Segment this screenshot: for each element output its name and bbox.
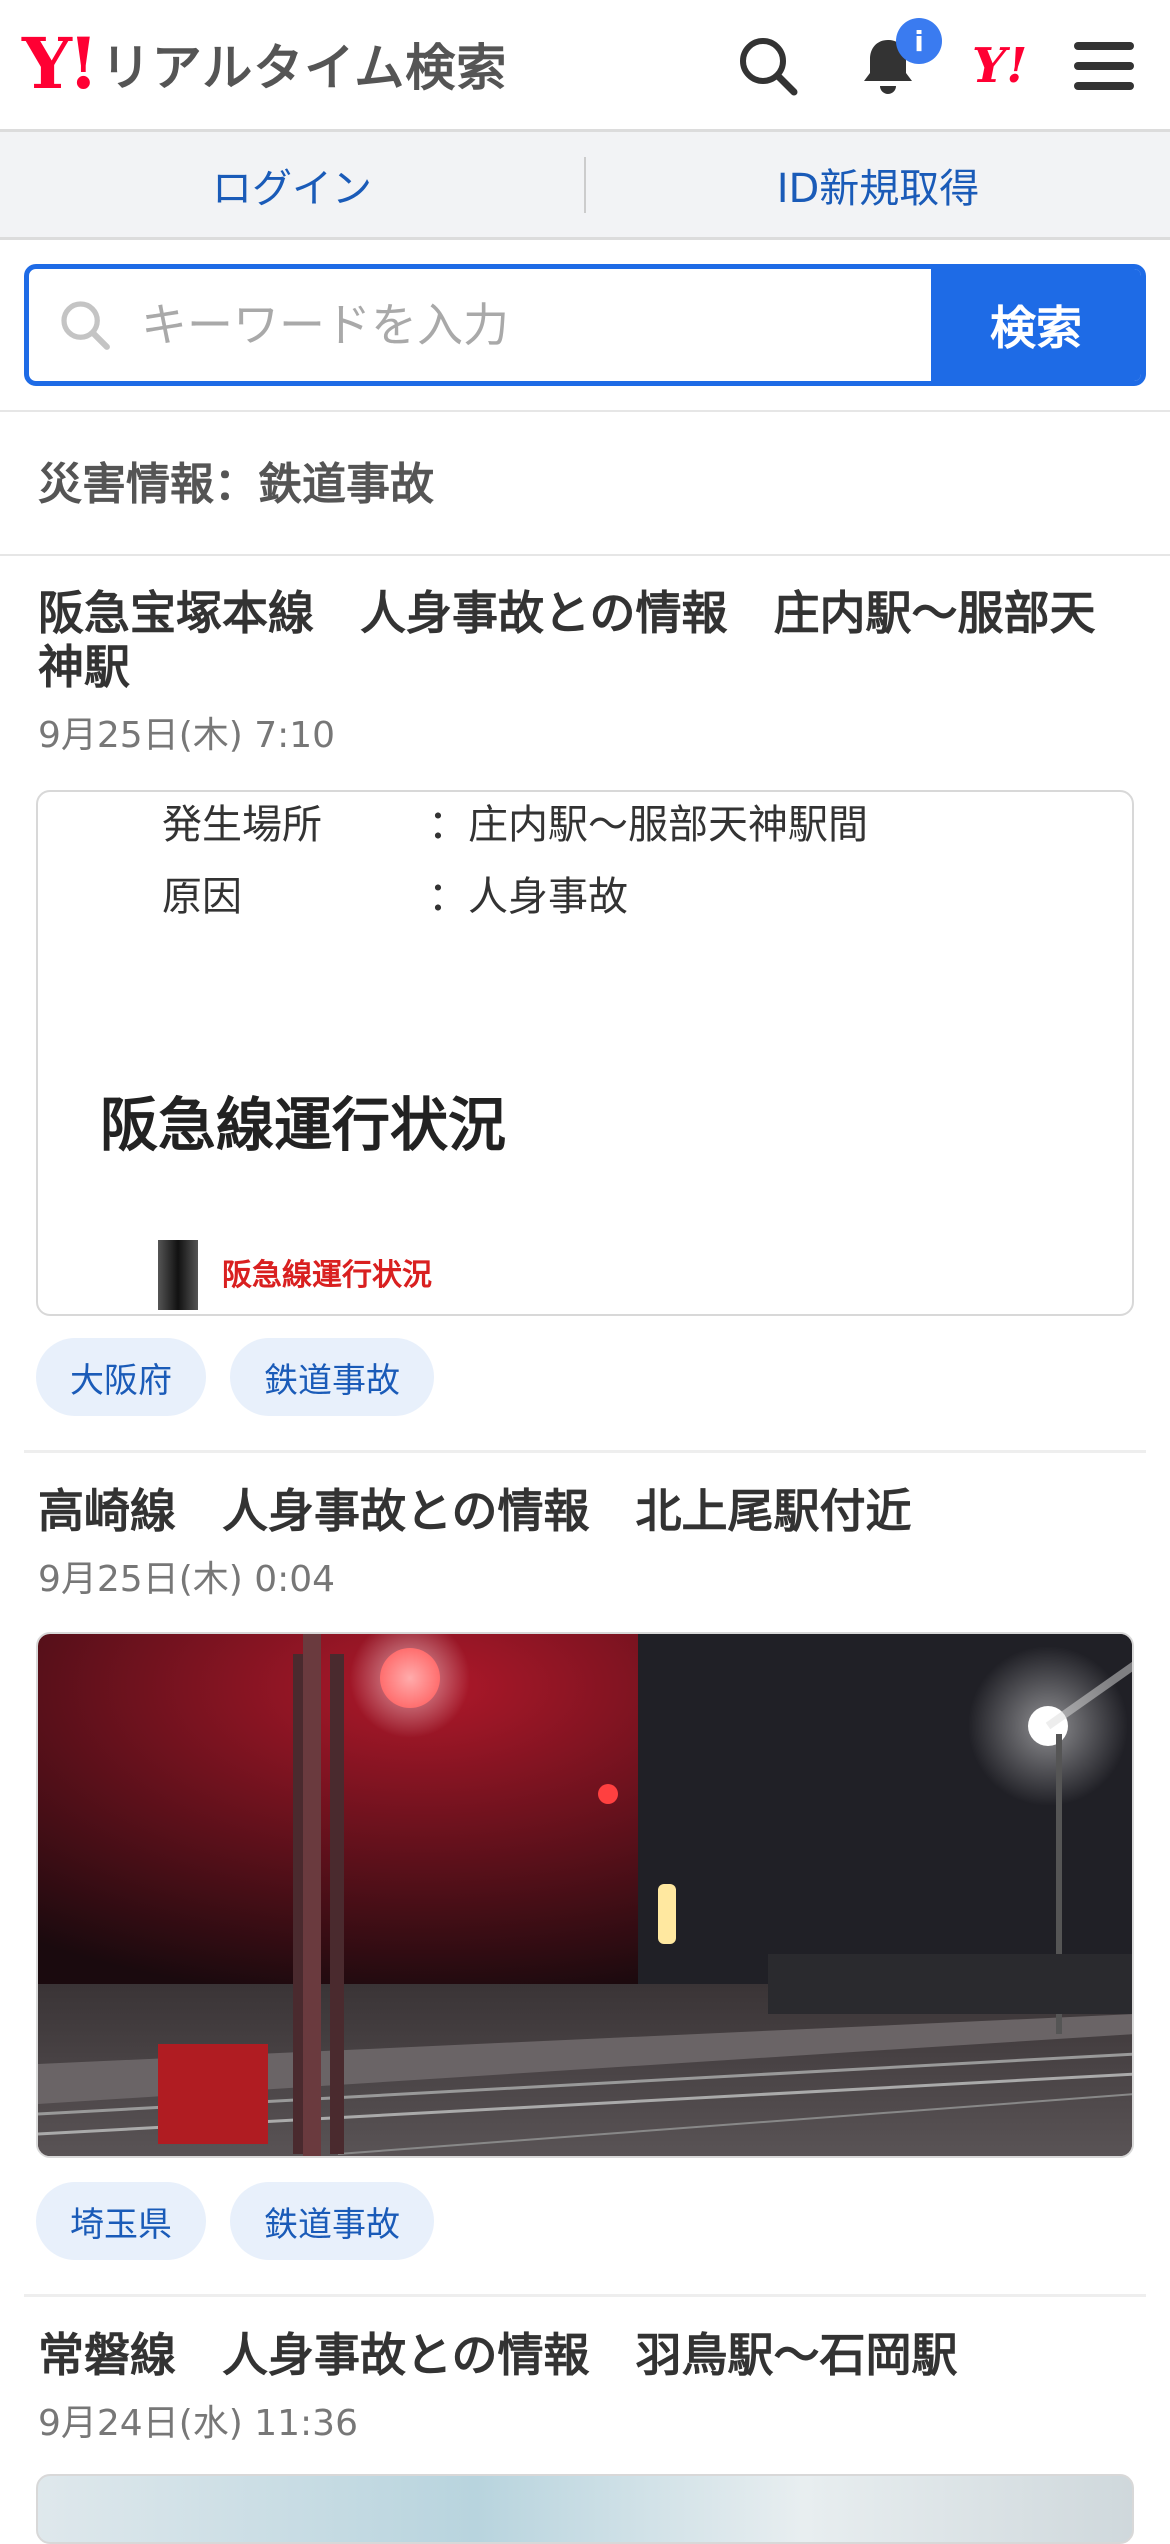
yahoo-realtime-logo[interactable]: Y! リアルタイム検索 bbox=[22, 28, 507, 100]
tag-category[interactable]: 鉄道事故 bbox=[230, 1338, 434, 1416]
article-separator bbox=[24, 1450, 1146, 1453]
article-date: 9月24日(水) 11:36 bbox=[38, 2403, 358, 2444]
article-title[interactable]: 常磐線 人身事故との情報 羽鳥駅〜石岡駅 bbox=[38, 2328, 1138, 2382]
login-link[interactable]: ログイン bbox=[0, 132, 584, 237]
railroad-crossing-night-photo bbox=[38, 1634, 1132, 2156]
article-date: 9月25日(木) 0:04 bbox=[38, 1559, 336, 1600]
divider bbox=[0, 410, 1170, 412]
search-icon[interactable] bbox=[730, 28, 806, 104]
yahoo-japan-icon[interactable]: Y! bbox=[972, 38, 1027, 94]
top-header: Y! リアルタイム検索 i Y! bbox=[0, 0, 1170, 132]
article-separator bbox=[24, 2294, 1146, 2297]
tag-prefecture[interactable]: 大阪府 bbox=[36, 1338, 206, 1416]
image-caption: 阪急線運行状況 bbox=[222, 1258, 432, 1293]
search-button[interactable]: 検索 bbox=[931, 269, 1141, 381]
search-input[interactable] bbox=[139, 297, 843, 353]
article-photo[interactable] bbox=[36, 2474, 1134, 2544]
article-image[interactable]: 発生場所 ：庄内駅〜服部天神駅間 原因 ：人身事故 阪急線運行状況 阪急線運行状… bbox=[36, 790, 1134, 1316]
tag-category[interactable]: 鉄道事故 bbox=[230, 2182, 434, 2260]
article-title[interactable]: 阪急宝塚本線 人身事故との情報 庄内駅〜服部天神駅 bbox=[38, 586, 1138, 694]
search-field-icon bbox=[61, 301, 110, 350]
menu-icon[interactable] bbox=[1066, 28, 1142, 104]
logo-text: リアルタイム検索 bbox=[100, 39, 508, 97]
article-date: 9月25日(木) 7:10 bbox=[38, 715, 336, 756]
image-text-location-label: 発生場所 bbox=[162, 802, 322, 848]
image-bar-decoration bbox=[158, 1240, 198, 1310]
image-heading: 阪急線運行状況 bbox=[100, 1091, 507, 1159]
article-title[interactable]: 高崎線 人身事故との情報 北上尾駅付近 bbox=[38, 1484, 1138, 1538]
auth-bar: ログイン ID新規取得 bbox=[0, 132, 1170, 240]
section-title: 災害情報：鉄道事故 bbox=[38, 459, 434, 510]
register-link[interactable]: ID新規取得 bbox=[586, 132, 1170, 237]
divider bbox=[0, 554, 1170, 556]
notification-badge: i bbox=[896, 18, 942, 64]
article-photo[interactable] bbox=[36, 1632, 1134, 2158]
image-text-cause-value: ：人身事故 bbox=[428, 874, 628, 920]
image-text-location-value: ：庄内駅〜服部天神駅間 bbox=[428, 802, 868, 848]
tag-prefecture[interactable]: 埼玉県 bbox=[36, 2182, 206, 2260]
logo-mark: Y! bbox=[22, 22, 99, 105]
search-field[interactable] bbox=[29, 269, 931, 381]
search-box: 検索 bbox=[24, 264, 1146, 386]
image-text-cause-label: 原因 bbox=[162, 874, 242, 920]
